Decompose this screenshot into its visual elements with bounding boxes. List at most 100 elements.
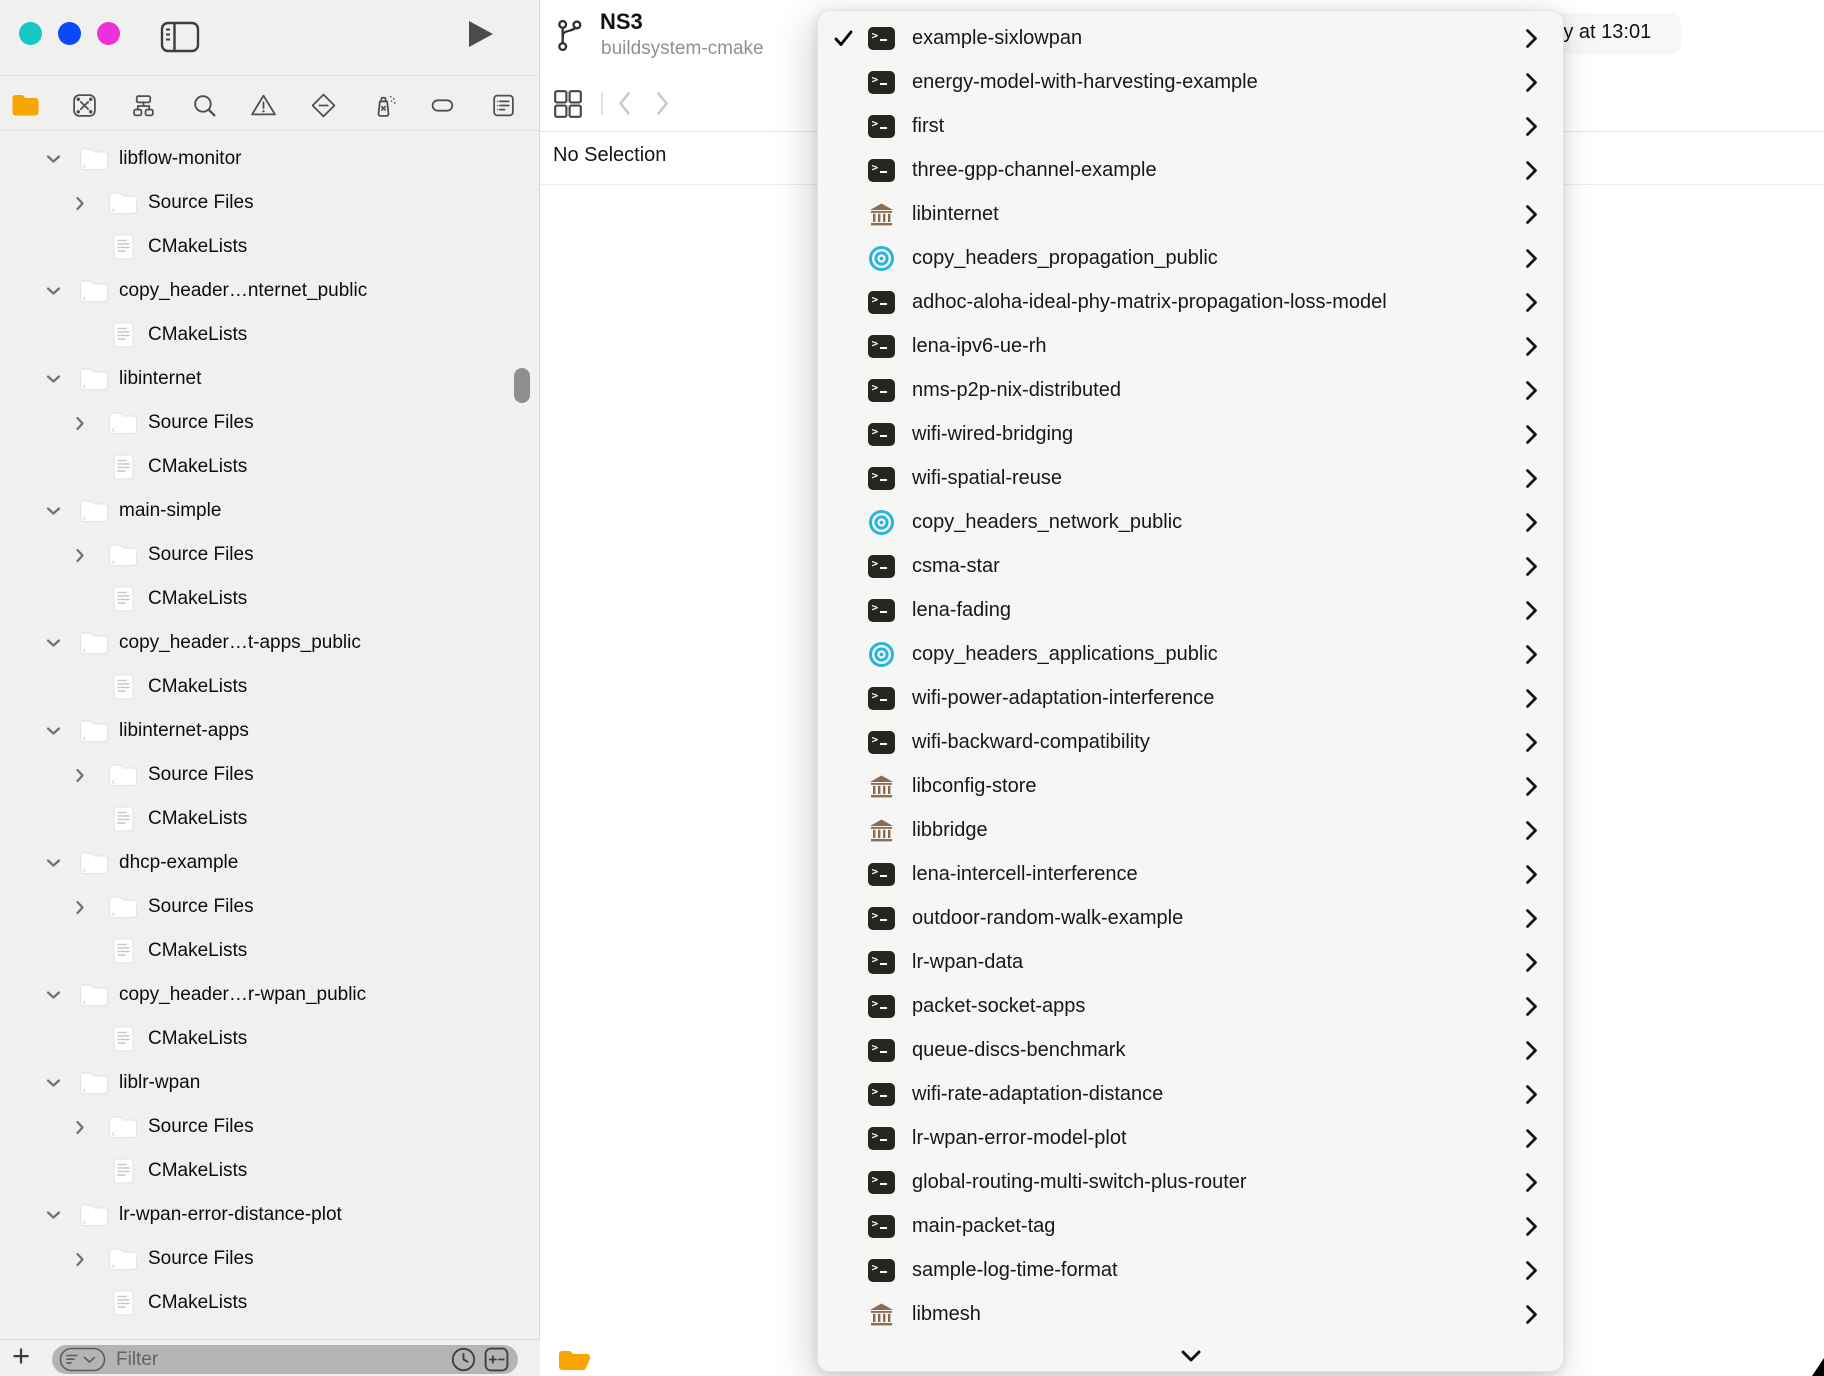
tree-row[interactable]: Source Files xyxy=(0,885,540,929)
recents-clock-icon[interactable] xyxy=(450,1346,477,1373)
tree-row[interactable]: CMakeLists xyxy=(0,797,540,841)
disclosure-chevron-icon[interactable] xyxy=(46,286,72,296)
source-control-navigator-tab[interactable] xyxy=(69,91,99,119)
scheme-menu-item[interactable]: copy_headers_propagation_public xyxy=(818,236,1563,280)
tree-row[interactable]: Source Files xyxy=(0,753,540,797)
disclosure-chevron-icon[interactable] xyxy=(75,1252,101,1267)
tree-row[interactable]: CMakeLists xyxy=(0,313,540,357)
tree-row[interactable]: copy_header…nternet_public xyxy=(0,269,540,313)
scheme-menu-item[interactable]: > lena-intercell-interference xyxy=(818,852,1563,896)
disclosure-chevron-icon[interactable] xyxy=(75,1120,101,1135)
scheme-menu-item[interactable]: > three-gpp-channel-example xyxy=(818,148,1563,192)
tree-row[interactable]: lr-wpan-error-distance-plot xyxy=(0,1193,540,1237)
tree-row[interactable]: CMakeLists xyxy=(0,665,540,709)
scheme-menu-item[interactable]: > nms-p2p-nix-distributed xyxy=(818,368,1563,412)
scheme-title[interactable]: NS3 xyxy=(600,9,643,35)
breakpoint-navigator-tab[interactable] xyxy=(428,91,458,119)
symbol-navigator-tab[interactable] xyxy=(128,91,158,119)
disclosure-chevron-icon[interactable] xyxy=(46,154,72,164)
issue-navigator-tab[interactable] xyxy=(248,91,278,119)
tree-row[interactable]: libinternet-apps xyxy=(0,709,540,753)
scheme-menu-item[interactable]: > wifi-wired-bridging xyxy=(818,412,1563,456)
scheme-menu-item[interactable]: > lena-fading xyxy=(818,588,1563,632)
menu-scroll-down-icon[interactable] xyxy=(818,1349,1563,1363)
scheme-menu-item[interactable]: libconfig-store xyxy=(818,764,1563,808)
scheme-menu-item[interactable]: > adhoc-aloha-ideal-phy-matrix-propagati… xyxy=(818,280,1563,324)
scheme-menu-item[interactable]: > queue-discs-benchmark xyxy=(818,1028,1563,1072)
scheme-menu-item[interactable]: > global-routing-multi-switch-plus-route… xyxy=(818,1160,1563,1204)
tree-row[interactable]: Source Files xyxy=(0,533,540,577)
disclosure-chevron-icon[interactable] xyxy=(75,548,101,563)
back-chevron-icon[interactable] xyxy=(617,91,632,121)
scheme-menu-item[interactable]: > wifi-power-adaptation-interference xyxy=(818,676,1563,720)
disclosure-chevron-icon[interactable] xyxy=(46,1078,72,1088)
report-navigator-tab[interactable] xyxy=(488,91,518,119)
scheme-menu-item[interactable]: > lena-ipv6-ue-rh xyxy=(818,324,1563,368)
tree-row[interactable]: copy_header…t-apps_public xyxy=(0,621,540,665)
scheme-menu-item[interactable]: copy_headers_network_public xyxy=(818,500,1563,544)
close-window-button[interactable] xyxy=(19,22,42,45)
scheme-menu-item[interactable]: > wifi-rate-adaptation-distance xyxy=(818,1072,1563,1116)
scheme-menu-item[interactable]: > wifi-spatial-reuse xyxy=(818,456,1563,500)
tree-row[interactable]: CMakeLists xyxy=(0,1017,540,1061)
tree-row[interactable]: dhcp-example xyxy=(0,841,540,885)
tree-row[interactable]: CMakeLists xyxy=(0,577,540,621)
debug-navigator-tab[interactable] xyxy=(368,91,398,119)
tree-row[interactable]: copy_header…r-wpan_public xyxy=(0,973,540,1017)
disclosure-chevron-icon[interactable] xyxy=(46,858,72,868)
tree-row[interactable]: Source Files xyxy=(0,1105,540,1149)
tree-row[interactable]: libinternet xyxy=(0,357,540,401)
disclosure-chevron-icon[interactable] xyxy=(46,374,72,384)
disclosure-chevron-icon[interactable] xyxy=(46,506,72,516)
zoom-window-button[interactable] xyxy=(97,22,120,45)
run-button[interactable] xyxy=(469,21,493,47)
project-navigator-tab[interactable] xyxy=(10,91,40,119)
path-bar-folder-icon[interactable] xyxy=(559,1350,593,1375)
disclosure-chevron-icon[interactable] xyxy=(75,768,101,783)
scheme-menu-item[interactable]: > sample-log-time-format xyxy=(818,1248,1563,1292)
tree-row[interactable]: CMakeLists xyxy=(0,1149,540,1193)
tree-row[interactable]: Source Files xyxy=(0,1237,540,1281)
add-filter-box-icon[interactable] xyxy=(483,1346,510,1373)
scheme-menu-item[interactable]: > csma-star xyxy=(818,544,1563,588)
scheme-menu-item[interactable]: > example-sixlowpan xyxy=(818,16,1563,60)
disclosure-chevron-icon[interactable] xyxy=(46,1210,72,1220)
disclosure-chevron-icon[interactable] xyxy=(75,416,101,431)
filter-field[interactable]: Filter xyxy=(52,1345,518,1374)
tree-row[interactable]: CMakeLists xyxy=(0,225,540,269)
scheme-menu-item[interactable]: > first xyxy=(818,104,1563,148)
test-navigator-tab[interactable] xyxy=(308,91,338,119)
disclosure-chevron-icon[interactable] xyxy=(46,990,72,1000)
tree-row[interactable]: Source Files xyxy=(0,401,540,445)
sidebar-scrollbar-thumb[interactable] xyxy=(514,368,530,403)
scheme-menu-item[interactable]: libbridge xyxy=(818,808,1563,852)
scheme-menu-item[interactable]: > outdoor-random-walk-example xyxy=(818,896,1563,940)
minimize-window-button[interactable] xyxy=(58,22,81,45)
tree-row[interactable]: CMakeLists xyxy=(0,929,540,973)
disclosure-chevron-icon[interactable] xyxy=(75,900,101,915)
tree-row[interactable]: Source Files xyxy=(0,181,540,225)
scheme-subtitle[interactable]: buildsystem-cmake xyxy=(601,38,764,60)
sidebar-toggle-icon[interactable] xyxy=(160,21,200,53)
scheme-menu-item[interactable]: > packet-socket-apps xyxy=(818,984,1563,1028)
scheme-menu-item[interactable]: copy_headers_applications_public xyxy=(818,632,1563,676)
forward-chevron-icon[interactable] xyxy=(655,91,670,121)
scheme-menu-item[interactable]: libmesh xyxy=(818,1292,1563,1336)
scheme-menu-item[interactable]: > lr-wpan-error-model-plot xyxy=(818,1116,1563,1160)
add-button[interactable]: + xyxy=(12,1338,30,1374)
find-navigator-tab[interactable] xyxy=(189,91,219,119)
tree-row[interactable]: main-simple xyxy=(0,489,540,533)
scheme-menu-item[interactable]: > wifi-backward-compatibility xyxy=(818,720,1563,764)
scheme-menu-item[interactable]: libinternet xyxy=(818,192,1563,236)
tree-row[interactable]: CMakeLists xyxy=(0,445,540,489)
tree-row[interactable]: CMakeLists xyxy=(0,1281,540,1325)
scheme-menu-item[interactable]: > main-packet-tag xyxy=(818,1204,1563,1248)
disclosure-chevron-icon[interactable] xyxy=(46,726,72,736)
scheme-menu-item[interactable]: > lr-wpan-data xyxy=(818,940,1563,984)
scheme-menu-item[interactable]: > energy-model-with-harvesting-example xyxy=(818,60,1563,104)
disclosure-chevron-icon[interactable] xyxy=(75,196,101,211)
editor-grid-icon[interactable] xyxy=(552,88,584,125)
disclosure-chevron-icon[interactable] xyxy=(46,638,72,648)
tree-row[interactable]: liblr-wpan xyxy=(0,1061,540,1105)
tree-row[interactable]: libflow-monitor xyxy=(0,137,540,181)
